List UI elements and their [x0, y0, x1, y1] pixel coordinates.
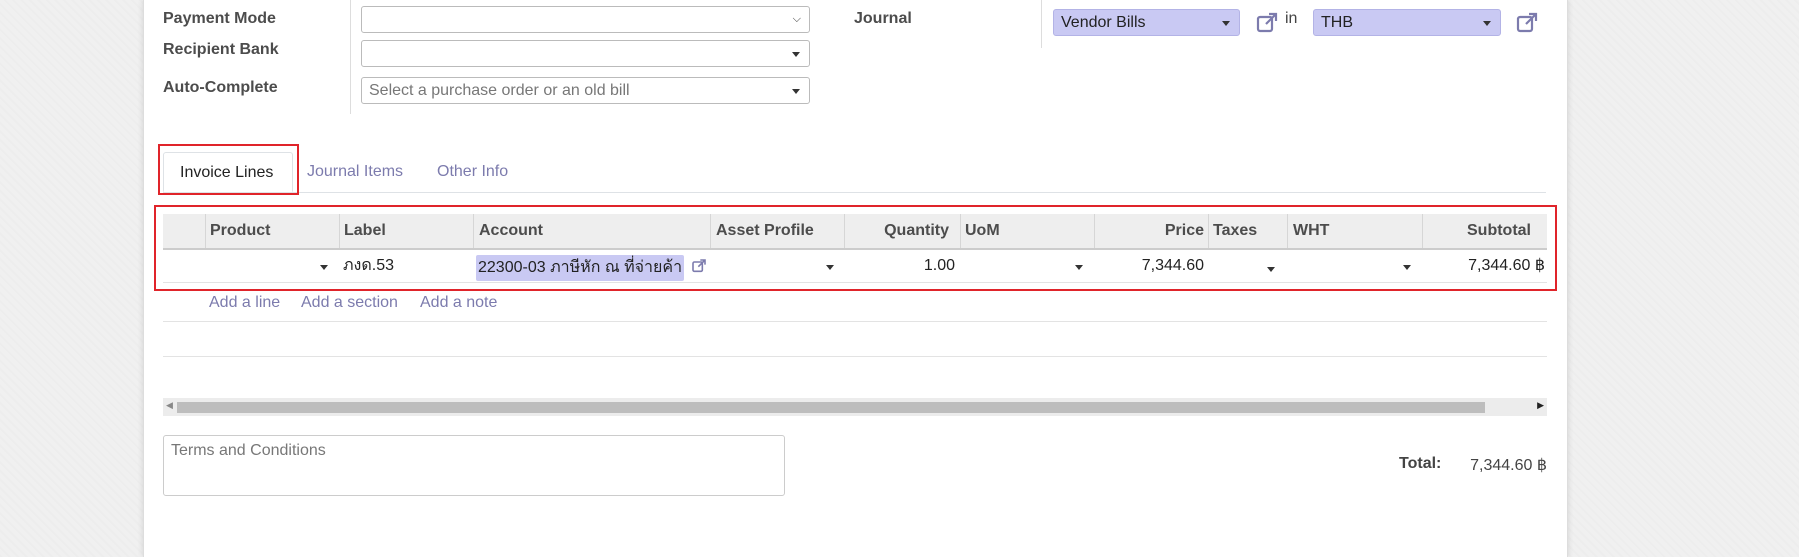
total-value: 7,344.60 ฿	[1470, 457, 1547, 474]
recipient-bank-select[interactable]	[361, 40, 810, 67]
column-header-asset-profile[interactable]: Asset Profile	[716, 214, 814, 248]
caret-down-icon	[1222, 21, 1230, 26]
column-header-subtotal[interactable]: Subtotal	[1428, 214, 1531, 248]
table-header: Product Label Account Asset Profile Quan…	[163, 214, 1547, 250]
caret-down-icon	[826, 265, 834, 270]
payment-mode-label: Payment Mode	[163, 10, 276, 27]
terms-and-conditions-field[interactable]: Terms and Conditions	[163, 435, 785, 496]
taxes-cell[interactable]	[1213, 251, 1283, 281]
add-line-link[interactable]: Add a line	[209, 294, 280, 312]
auto-complete-select[interactable]: Select a purchase order or an old bill	[361, 77, 810, 104]
external-link-icon[interactable]	[691, 258, 707, 274]
tab-other-info[interactable]: Other Info	[421, 152, 524, 192]
account-cell[interactable]: 22300-03 ภาษีหัก ณ ที่จ่ายค้า	[476, 255, 685, 281]
scroll-left-arrow-icon[interactable]: ◀	[166, 400, 173, 411]
add-section-link[interactable]: Add a section	[301, 294, 398, 312]
external-link-icon[interactable]	[1255, 11, 1279, 35]
scrollbar-thumb[interactable]	[177, 402, 1485, 413]
label-cell[interactable]: ภงด.53	[343, 251, 394, 281]
journal-label: Journal	[854, 10, 912, 27]
chevron-down-icon: ⌵	[792, 13, 801, 25]
scroll-right-arrow-icon[interactable]: ▶	[1537, 400, 1544, 411]
column-header-price[interactable]: Price	[1100, 214, 1204, 248]
payment-mode-select[interactable]: ⌵	[361, 6, 810, 33]
caret-down-icon	[320, 265, 328, 270]
recipient-bank-label: Recipient Bank	[163, 41, 279, 58]
add-note-link[interactable]: Add a note	[420, 294, 497, 312]
product-cell[interactable]	[210, 251, 330, 281]
caret-down-icon	[1267, 267, 1275, 272]
tab-journal-items[interactable]: Journal Items	[291, 152, 419, 192]
caret-down-icon	[1403, 265, 1411, 270]
auto-complete-label: Auto-Complete	[163, 79, 278, 96]
column-header-account[interactable]: Account	[479, 214, 543, 248]
currency-select[interactable]: THB	[1313, 9, 1501, 36]
in-label: in	[1285, 10, 1298, 27]
column-header-label[interactable]: Label	[344, 214, 386, 248]
column-header-uom[interactable]: UoM	[965, 214, 1000, 248]
horizontal-scrollbar[interactable]: ◀ ▶	[163, 398, 1547, 416]
label-separator	[350, 0, 351, 114]
empty-row-divider	[163, 356, 1547, 357]
empty-row-divider	[163, 321, 1547, 322]
column-header-quantity[interactable]: Quantity	[849, 214, 949, 248]
external-link-icon[interactable]	[1515, 11, 1539, 35]
quantity-cell[interactable]: 1.00	[850, 251, 955, 281]
subtotal-cell: 7,344.60 ฿	[1468, 257, 1545, 274]
journal-separator	[1041, 0, 1042, 48]
caret-down-icon	[792, 52, 800, 57]
tab-invoice-lines[interactable]: Invoice Lines	[163, 152, 293, 192]
caret-down-icon	[1483, 21, 1491, 26]
column-header-taxes[interactable]: Taxes	[1213, 214, 1257, 248]
wht-cell[interactable]	[1293, 251, 1417, 281]
tabs-underline	[163, 192, 1546, 193]
column-header-product[interactable]: Product	[210, 214, 270, 248]
asset-profile-cell[interactable]	[716, 251, 836, 281]
total-label: Total:	[1399, 455, 1442, 472]
uom-cell[interactable]	[965, 251, 1089, 281]
row-divider	[163, 282, 1547, 283]
journal-select[interactable]: Vendor Bills	[1053, 9, 1240, 36]
caret-down-icon	[792, 89, 800, 94]
column-header-wht[interactable]: WHT	[1293, 214, 1329, 248]
price-cell[interactable]: 7,344.60	[1100, 251, 1204, 281]
caret-down-icon	[1075, 265, 1083, 270]
